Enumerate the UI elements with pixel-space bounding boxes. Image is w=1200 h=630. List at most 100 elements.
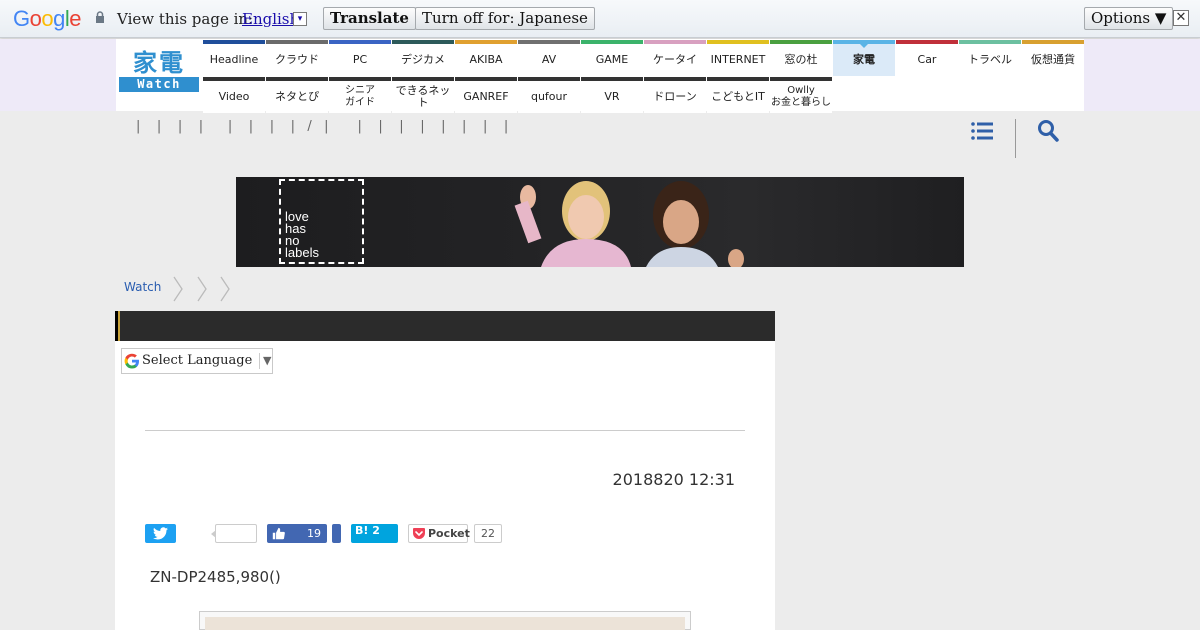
nav-item-label: qufour <box>530 90 568 103</box>
sub-nav-links: | | | | | | | | / | | | | | | | | | <box>136 119 509 134</box>
site-header: 家電 Watch Headline クラウド PC デジカメ AKIBA AV GAME ケー… <box>0 39 1200 113</box>
breadcrumb-chevron-icon <box>197 276 207 302</box>
nav-item[interactable]: 家電 <box>833 40 895 76</box>
nav-item[interactable]: デジカメ <box>392 40 454 76</box>
facebook-like-count: 19 <box>307 527 321 540</box>
nav-item-label: AV <box>541 53 557 66</box>
nav-item-label: ネタとぴ <box>275 90 319 103</box>
nav-item-label: 家電 <box>853 53 875 66</box>
nav-item-label: 窓の杜 <box>784 53 818 66</box>
translate-bar: Google View this page in: English ▾ Tran… <box>0 0 1200 38</box>
translate-prompt: View this page in: <box>117 10 254 28</box>
twitter-icon <box>153 527 168 540</box>
language-select-divider <box>259 353 260 369</box>
language-dropdown-icon[interactable]: ▾ <box>293 12 307 26</box>
nav-item-label: Headline <box>209 53 259 66</box>
nav-item-label: PC <box>352 53 368 66</box>
lock-icon <box>96 11 104 23</box>
site-logo-text: 家電 <box>133 49 185 77</box>
sub-nav: | | | | | | | | / | | | | | | | | | <box>116 111 1084 167</box>
nav-item[interactable]: ドローン <box>644 77 706 113</box>
nav-item[interactable]: Video <box>203 77 265 113</box>
nav-item[interactable]: qufour <box>518 77 580 113</box>
nav-item[interactable]: Car <box>896 40 958 76</box>
article: Select Language ▼ 2018820 12:31 19 B! 2 … <box>115 311 775 630</box>
nav-item[interactable]: できるネット <box>392 77 454 113</box>
pocket-count: 22 <box>474 524 502 543</box>
nav-item[interactable]: クラウド <box>266 40 328 76</box>
ad-banner-line: labels <box>285 245 319 260</box>
article-date: 2018820 12:31 <box>612 470 735 489</box>
hatena-bookmark-button[interactable]: B! 2 <box>351 524 398 543</box>
nav-item-label: Video <box>218 90 250 103</box>
nav-item[interactable]: シニア ガイド <box>329 77 391 113</box>
language-link[interactable]: English <box>242 10 299 28</box>
nav-item[interactable]: トラベル <box>959 40 1021 76</box>
nav-item-label: できるネット <box>395 84 451 109</box>
language-select[interactable]: Select Language ▼ <box>121 348 273 374</box>
twitter-share-button[interactable] <box>145 524 176 543</box>
breadcrumb-home[interactable]: Watch <box>124 280 161 294</box>
nav-item-label: Owlly お金と暮らし <box>771 85 831 108</box>
google-logo-letter: g <box>53 6 65 31</box>
site-logo[interactable]: 家電 Watch <box>119 49 199 95</box>
nav-item-label: こどもとIT <box>711 90 765 103</box>
ad-banner[interactable]: love has no labels <box>236 177 964 267</box>
ad-child-photo <box>514 181 631 267</box>
nav-item[interactable]: こどもとIT <box>707 77 769 113</box>
google-logo-letter: o <box>41 6 54 31</box>
search-icon[interactable] <box>1037 119 1059 143</box>
ad-banner-box: love has no labels <box>279 179 364 264</box>
nav-item-label: デジカメ <box>401 53 445 66</box>
translate-button[interactable]: Translate <box>323 7 416 30</box>
facebook-like-button[interactable]: 19 <box>267 524 327 543</box>
nav-item-label: ドローン <box>653 90 697 103</box>
nav-item[interactable]: GAME <box>581 40 643 76</box>
nav-item-label: クラウド <box>275 53 319 66</box>
nav-item[interactable]: 窓の杜 <box>770 40 832 76</box>
thumbs-up-icon <box>272 527 285 540</box>
nav-item[interactable]: 仮想通貨 <box>1022 40 1084 76</box>
turn-off-button[interactable]: Turn off for: Japanese <box>415 7 595 30</box>
article-image[interactable] <box>199 611 691 630</box>
site-logo-sub: Watch <box>119 77 199 92</box>
close-icon[interactable]: ✕ <box>1173 10 1189 26</box>
nav-item[interactable]: Headline <box>203 40 265 76</box>
divider <box>145 430 745 431</box>
nav-item-label: シニア ガイド <box>345 85 375 108</box>
breadcrumb-chevron-icon <box>220 276 230 302</box>
nav-item[interactable]: VR <box>581 77 643 113</box>
twitter-share-count <box>211 524 257 543</box>
nav-item[interactable]: ケータイ <box>644 40 706 76</box>
nav-row-secondary: Video ネタとぴ シニア ガイド できるネット GANREF qufour VR ドローン… <box>203 77 1085 113</box>
nav-item-label: ケータイ <box>653 53 697 66</box>
nav-item[interactable]: GANREF <box>455 77 517 113</box>
facebook-share-button[interactable] <box>332 524 341 543</box>
header-divider <box>1015 119 1016 158</box>
google-g-icon <box>124 353 139 369</box>
nav-item-label: AKIBA <box>469 53 503 66</box>
article-title-bar <box>115 311 775 341</box>
google-logo-letter: e <box>69 6 82 31</box>
nav-item[interactable]: INTERNET <box>707 40 769 76</box>
article-image-photo <box>205 617 685 630</box>
options-button[interactable]: Options ▼ <box>1084 7 1174 30</box>
nav-item[interactable]: AKIBA <box>455 40 517 76</box>
menu-icon[interactable] <box>971 121 993 141</box>
google-logo-letter: o <box>29 6 42 31</box>
nav-row-primary: Headline クラウド PC デジカメ AKIBA AV GAME ケータイ INTERNE… <box>203 40 1085 76</box>
breadcrumb-chevron-icon <box>173 276 183 302</box>
nav-item[interactable]: Owlly お金と暮らし <box>770 77 832 113</box>
nav-item[interactable]: PC <box>329 40 391 76</box>
site-nav: Headline クラウド PC デジカメ AKIBA AV GAME ケータイ INTERNE… <box>203 40 1085 113</box>
pocket-button[interactable]: Pocket <box>408 524 470 543</box>
article-lead: ZN-DP2485,980() <box>150 568 281 586</box>
ad-child-photo <box>646 181 744 267</box>
nav-item-label: 仮想通貨 <box>1031 53 1075 66</box>
language-select-label: Select Language <box>142 353 253 368</box>
nav-item[interactable]: ネタとぴ <box>266 77 328 113</box>
chevron-down-icon: ▼ <box>263 354 272 367</box>
nav-item-label: Car <box>917 53 937 66</box>
nav-item[interactable]: AV <box>518 40 580 76</box>
pocket-label: Pocket <box>428 527 470 540</box>
